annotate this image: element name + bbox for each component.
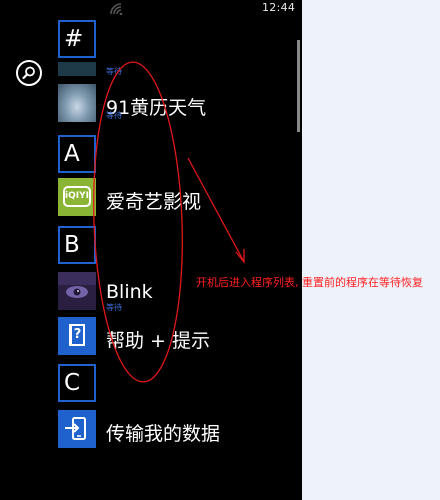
app-status: 等待 bbox=[106, 303, 122, 312]
app-item-partial[interactable]: 等待 bbox=[58, 62, 296, 78]
calendar-weather-icon bbox=[58, 84, 96, 122]
app-status: 等待 bbox=[106, 111, 122, 120]
status-bar: 12:44 bbox=[0, 0, 302, 18]
app-name: 传输我的数据 bbox=[106, 423, 221, 445]
help-icon: ? bbox=[58, 317, 96, 355]
app-item-transfer-my-data[interactable]: 传输我的数据 bbox=[58, 410, 296, 450]
transfer-glyph bbox=[65, 417, 86, 440]
app-name: Blink bbox=[106, 281, 153, 303]
phone-screen: 12:44 # 等待 91黄历天气 等待 A iQIYI 爱奇艺影视 B Bli… bbox=[0, 0, 302, 500]
eye-icon bbox=[58, 272, 96, 310]
help-book-glyph: ? bbox=[69, 324, 85, 346]
partial-app-icon bbox=[58, 62, 96, 76]
group-letter: B bbox=[64, 232, 80, 258]
search-button[interactable] bbox=[16, 60, 42, 86]
screenshot-stage: 12:44 # 等待 91黄历天气 等待 A iQIYI 爱奇艺影视 B Bli… bbox=[0, 0, 440, 500]
app-name: 帮助 + 提示 bbox=[106, 330, 210, 352]
app-status: 等待 bbox=[106, 67, 122, 76]
search-icon bbox=[22, 66, 35, 80]
status-time: 12:44 bbox=[262, 1, 296, 14]
app-item-91-calendar-weather[interactable]: 91黄历天气 等待 bbox=[58, 84, 296, 124]
iqiyi-icon: iQIYI bbox=[58, 178, 96, 216]
group-letter: A bbox=[64, 141, 80, 167]
group-letter: # bbox=[64, 26, 84, 52]
scrollbar[interactable] bbox=[297, 40, 300, 132]
group-header-c[interactable]: C bbox=[58, 364, 96, 402]
app-name: 爱奇艺影视 bbox=[106, 191, 202, 213]
iqiyi-badge: iQIYI bbox=[65, 191, 89, 201]
app-item-iqiyi[interactable]: iQIYI 爱奇艺影视 bbox=[58, 178, 296, 218]
group-header-hash[interactable]: # bbox=[58, 20, 96, 58]
annotation-text: 开机后进入程序列表, 重置前的程序在等待恢复 bbox=[196, 276, 423, 289]
group-letter: C bbox=[64, 370, 81, 396]
group-header-b[interactable]: B bbox=[58, 226, 96, 264]
app-item-help-tips[interactable]: ? 帮助 + 提示 bbox=[58, 317, 296, 357]
transfer-icon bbox=[58, 410, 96, 448]
signal-icon bbox=[110, 3, 123, 15]
eye-glyph bbox=[58, 272, 96, 298]
iqiyi-logo-frame: iQIYI bbox=[63, 186, 91, 207]
group-header-a[interactable]: A bbox=[58, 135, 96, 173]
